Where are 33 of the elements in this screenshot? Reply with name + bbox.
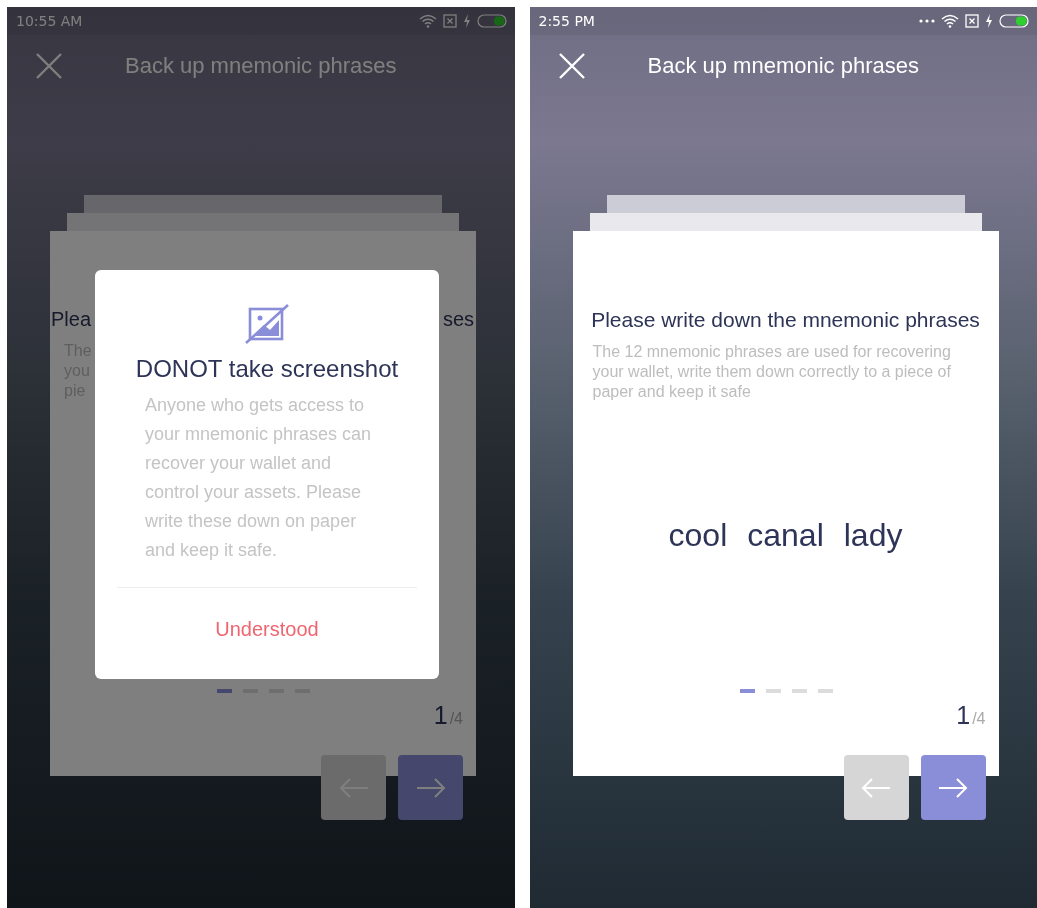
charging-icon [462,14,471,28]
left-arrow-icon [861,776,891,799]
page-number: 1 [433,701,448,729]
dialog-title: DONOT take screenshot [135,355,399,383]
screen-title: Back up mnemonic phrases [125,53,397,79]
close-icon[interactable] [557,52,586,80]
no-image-icon [244,303,290,345]
dialog-message: Anyone who gets access to your mnemonic phrases can recover your wallet and control your assets. Please write these down on paper and keep it safe. [144,394,373,562]
next-button[interactable] [920,755,986,820]
card-title: Please write down the mnemonic phrases [590,308,981,332]
understood-button[interactable]: Understood [215,618,319,641]
battery-icon [476,14,507,28]
mnemonic-word: cool [668,517,728,554]
status-time: 2:55 PM [538,13,595,29]
right-arrow-icon [415,776,446,799]
mnemonic-word: canal [747,517,824,554]
card-title-fragment: Plea [51,308,92,331]
next-button[interactable] [398,755,463,820]
close-icon[interactable] [35,52,63,80]
card-description: The 12 mnemonic phrases are used for recovering your wallet, write them down correctly to a piece of paper and keep it safe [591,342,952,402]
sim-card-icon [442,14,457,28]
mnemonic-word: lady [843,517,903,554]
screen-title: Back up mnemonic phrases [647,53,919,79]
right-arrow-icon [938,776,968,799]
status-time: 10:55 AM [16,13,83,29]
wifi-icon [418,14,437,28]
page-number: 1 [956,701,971,729]
card-title-fragment: ses [442,308,474,331]
charging-icon [985,14,993,28]
sim-card-icon [965,14,979,28]
page-total: /4 [972,710,986,727]
wifi-icon [941,14,959,28]
battery-icon [999,14,1029,28]
